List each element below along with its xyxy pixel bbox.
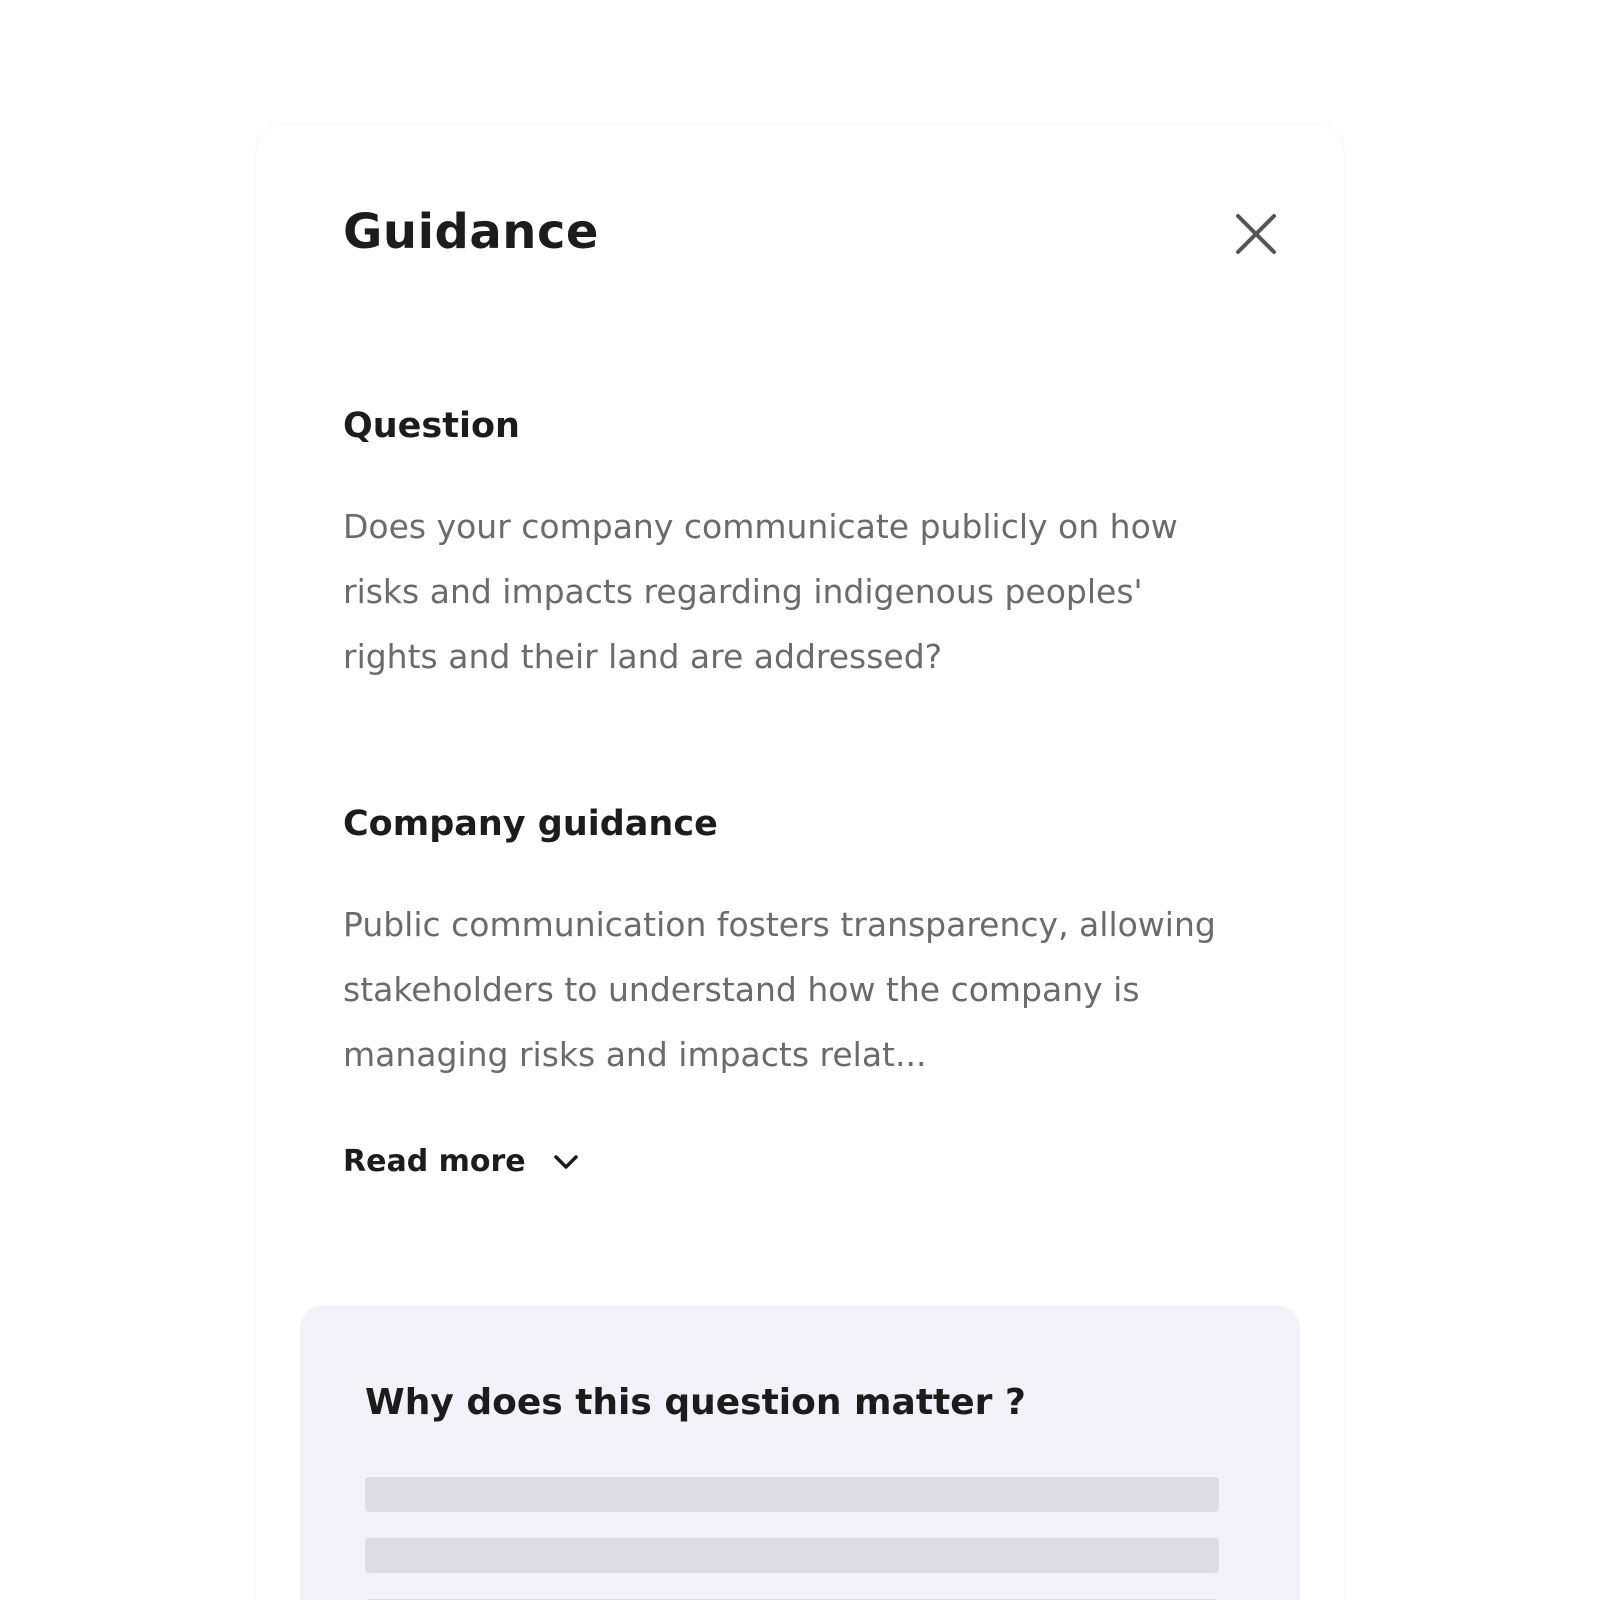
question-text: Does your company communicate publicly o… (343, 507, 1178, 676)
why-matters-box: Why does this question matter ? (300, 1306, 1300, 1600)
company-guidance-text: Public communication fosters transparenc… (343, 905, 1216, 1074)
read-more-label: Read more (343, 1144, 526, 1179)
read-more-button[interactable]: Read more (343, 1138, 582, 1186)
question-label: Question (343, 406, 520, 446)
company-guidance-label: Company guidance (343, 804, 718, 844)
skeleton-line (365, 1538, 1219, 1573)
close-button[interactable] (1230, 208, 1282, 260)
dialog-title: Guidance (343, 204, 599, 260)
close-icon (1236, 214, 1276, 254)
why-matters-title: Why does this question matter ? (365, 1382, 1026, 1423)
chevron-down-icon (553, 1155, 578, 1169)
skeleton-line (365, 1477, 1219, 1512)
